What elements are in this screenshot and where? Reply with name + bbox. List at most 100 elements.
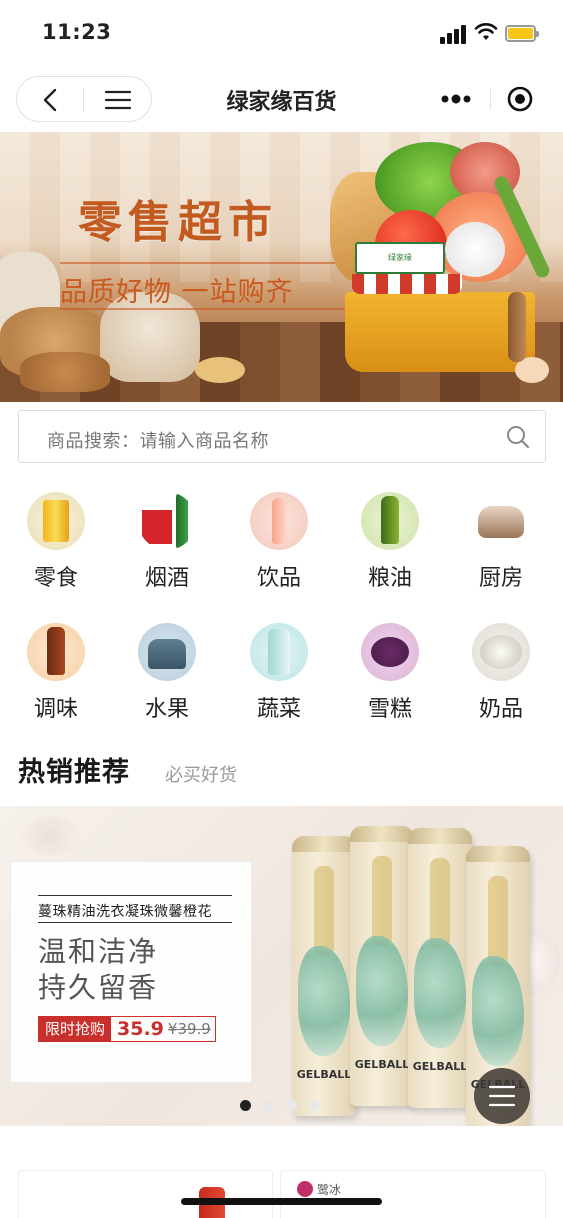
vegetable-icon: [250, 623, 308, 681]
oil-bottle-graphic: [381, 496, 399, 544]
nav-bar: 绿家缘百货: [0, 66, 563, 132]
category-label: 调味: [33, 697, 78, 722]
banner-title: 零售超市: [78, 197, 278, 248]
category-vegetable[interactable]: 蔬菜: [224, 611, 334, 722]
category-label: 粮油: [367, 566, 412, 591]
can-lid: [466, 846, 530, 862]
armchair-graphic: [148, 639, 186, 669]
search-icon[interactable]: [505, 424, 531, 450]
category-label: 奶品: [478, 697, 523, 722]
promo-rule: [38, 922, 232, 923]
product-can: GELBALL: [408, 828, 472, 1108]
carousel-dot-2[interactable]: [263, 1100, 274, 1111]
category-snack[interactable]: 零食: [1, 480, 111, 591]
kitchen-icon: [472, 492, 530, 550]
product-card[interactable]: 鹭冰: [280, 1170, 546, 1218]
category-drink[interactable]: 饮品: [224, 480, 334, 591]
drink-icon: [250, 492, 308, 550]
hamburger-icon: [488, 1085, 516, 1107]
search-placeholder: 商品搜索：请输入商品名称: [47, 431, 269, 452]
carousel-dot-4[interactable]: [309, 1100, 320, 1111]
spray-bottle-graphic: [268, 629, 290, 675]
drink-bottle-graphic: [272, 498, 286, 544]
hero-banner[interactable]: 零售超市 品质好物 一站购齐 绿家缘: [0, 132, 563, 402]
can-stripe: [314, 866, 334, 956]
category-liquor[interactable]: 烟酒: [112, 480, 222, 591]
snack-bowl-image: [195, 357, 245, 383]
can-lid: [350, 826, 414, 842]
tea-box-graphic: [371, 637, 409, 667]
category-grid: 零食 烟酒 饮品 粮油 厨房 调味 水果 蔬菜 雪糕 奶品: [0, 480, 563, 725]
promo-product-name: 蔓珠精油洗衣凝珠微馨橙花: [38, 904, 212, 920]
can-leaf-graphic: [356, 936, 408, 1046]
promo-price: 35.9: [117, 1018, 164, 1040]
jar-graphic: [480, 635, 522, 669]
status-bar: 11:23: [0, 0, 563, 66]
can-lid: [408, 828, 472, 844]
category-dairy[interactable]: 奶品: [446, 611, 556, 722]
carousel-dot-3[interactable]: [286, 1100, 297, 1111]
floating-menu-button[interactable]: [474, 1068, 530, 1124]
home-indicator: [181, 1198, 382, 1205]
category-kitchen[interactable]: 厨房: [446, 480, 556, 591]
category-seasoning[interactable]: 调味: [1, 611, 111, 722]
search-input[interactable]: 商品搜索：请输入商品名称: [18, 410, 546, 463]
category-label: 饮品: [256, 566, 301, 591]
milk-image: [445, 222, 505, 277]
category-label: 零食: [33, 566, 78, 591]
can-brand: GELBALL: [296, 1068, 352, 1081]
banner-subtitle: 品质好物 一站购齐: [60, 277, 294, 308]
category-icecream[interactable]: 雪糕: [335, 611, 445, 722]
beer-box-graphic: [142, 510, 172, 544]
category-label: 烟酒: [144, 566, 189, 591]
can-lid: [292, 836, 356, 852]
promo-price-box: 限时抢购 35.9 ¥39.9: [38, 1016, 216, 1042]
can-leaf-graphic: [298, 946, 350, 1056]
snack-icon: [27, 492, 85, 550]
more-button[interactable]: [425, 76, 489, 122]
nav-divider: [490, 88, 491, 110]
fruit-icon: [138, 623, 196, 681]
promo-headline-line1: 温和洁净: [38, 935, 159, 968]
liquor-icon: [138, 492, 196, 550]
battery-icon: [505, 25, 539, 42]
dairy-icon: [472, 623, 530, 681]
icecream-icon: [361, 623, 419, 681]
flash-sale-tag: 限时抢购: [39, 1017, 112, 1041]
carousel-dot-1[interactable]: [240, 1100, 251, 1111]
product-can: GELBALL: [292, 836, 356, 1116]
flower-decoration: [20, 816, 80, 856]
rice-cooker-graphic: [478, 506, 524, 538]
product-card[interactable]: [18, 1170, 273, 1218]
store-sign: 绿家缘: [355, 242, 445, 274]
can-stripe: [372, 856, 392, 946]
category-fruit[interactable]: 水果: [112, 611, 222, 722]
can-leaf-graphic: [414, 938, 466, 1048]
sauce-bottle-graphic: [47, 627, 65, 675]
promo-headline: 温和洁净 持久留香: [38, 934, 158, 1006]
pepper-grinder-image: [508, 292, 526, 362]
section-subtitle: 必买好货: [165, 765, 237, 786]
battery-tip: [536, 31, 539, 37]
store-awning-image: [352, 274, 462, 294]
category-label: 蔬菜: [256, 697, 301, 722]
product-thumbnail: [297, 1181, 313, 1197]
snack-can-graphic: [43, 500, 69, 542]
category-oil[interactable]: 粮油: [335, 480, 445, 591]
promo-rule-top: [38, 895, 232, 896]
can-leaf-graphic: [472, 956, 524, 1066]
section-title: 热销推荐: [18, 757, 130, 788]
close-miniprogram-button[interactable]: [492, 76, 548, 122]
target-icon: [507, 86, 533, 112]
wifi-icon: [474, 23, 498, 40]
almond-pile-image: [20, 352, 110, 392]
can-brand: GELBALL: [354, 1058, 410, 1071]
banner-rule-bottom: [60, 308, 350, 310]
category-label: 水果: [144, 697, 189, 722]
product-brand-text: 鹭冰: [317, 1183, 342, 1197]
seasoning-icon: [27, 623, 85, 681]
oil-icon: [361, 492, 419, 550]
promo-old-price: ¥39.9: [167, 1020, 211, 1038]
more-dots-icon: [441, 94, 471, 104]
beer-bottle-graphic: [176, 492, 188, 548]
